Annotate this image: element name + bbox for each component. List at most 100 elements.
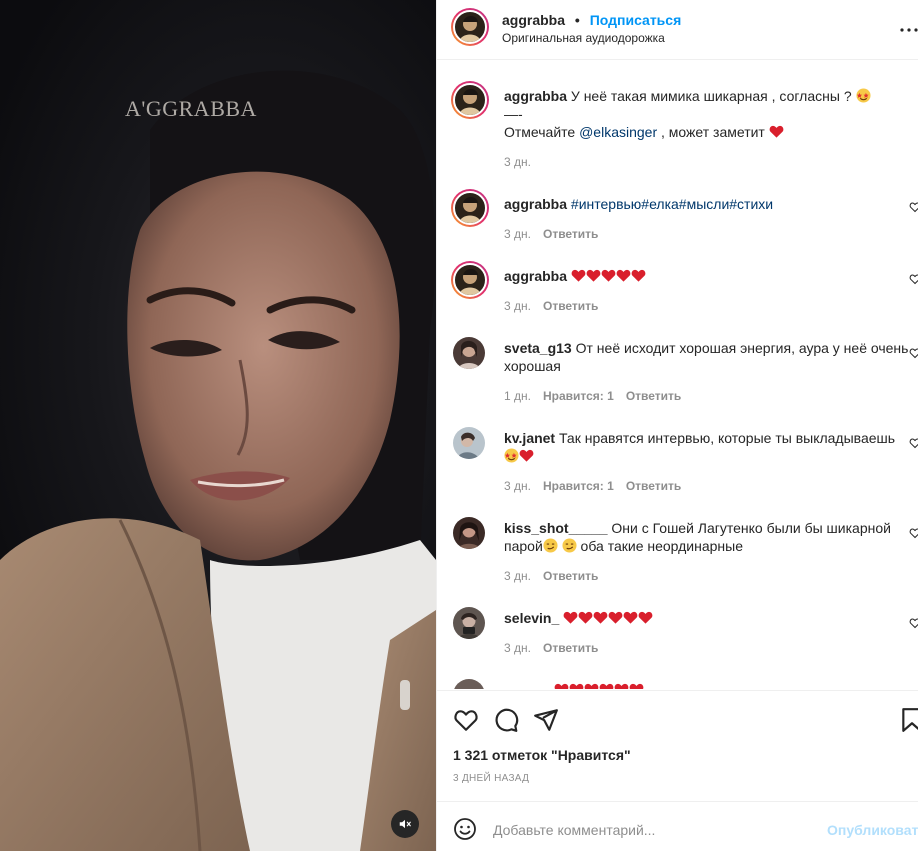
red-heart-emoji-icon [638, 611, 653, 624]
comment-item-partial [451, 679, 918, 689]
likes-count[interactable]: 1 321 отметок "Нравится" [453, 747, 631, 763]
reply-button[interactable]: Ответить [543, 299, 598, 313]
avatar[interactable] [451, 81, 489, 119]
header-separator: • [574, 12, 580, 28]
heart-icon[interactable] [453, 707, 479, 733]
avatar[interactable] [453, 679, 485, 689]
comment-text-word: парой [504, 538, 543, 554]
caption-line2: —- [504, 106, 523, 122]
more-icon[interactable] [899, 20, 918, 40]
caption-line1: У неё такая мимика шикарная , согласны ? [570, 88, 852, 104]
red-heart-emoji-icon [601, 269, 616, 282]
red-heart-emoji-icon [629, 683, 644, 689]
comment-like-icon[interactable] [909, 617, 918, 629]
comment-likes-count[interactable]: Нравится: 1 [543, 389, 614, 403]
red-heart-emoji-icon [614, 683, 629, 689]
post-caption: aggrabba У неё такая мимика шикарная , с… [451, 81, 918, 191]
comment-text-rest: оба такие неординарные [580, 538, 744, 554]
comment-username[interactable]: aggrabba [504, 196, 567, 212]
comment-like-icon[interactable] [909, 273, 918, 285]
comment-text: Они с Гошей Лагутенко были бы шикарной [611, 520, 891, 536]
star-eyes-emoji-icon [855, 88, 871, 103]
comment-item: aggrabba 3 дн. Ответить [451, 261, 918, 321]
red-heart-emoji-icon [593, 611, 608, 624]
red-heart-emoji-icon [519, 449, 534, 462]
post-panel: aggrabba • Подписаться Оригинальная ауди… [436, 0, 918, 851]
red-heart-emoji-icon [563, 611, 578, 624]
caption-time: 3 дн. [504, 155, 531, 169]
comment-item: selevin_ 3 дн. Ответить [451, 607, 918, 667]
add-comment-bar: Добавьте комментарий... Опубликовать [437, 801, 918, 851]
comment-like-icon[interactable] [909, 201, 918, 213]
comment-time: 3 дн. [504, 569, 531, 583]
comment-like-icon[interactable] [909, 437, 918, 449]
star-eyes-emoji-icon [504, 448, 519, 463]
author-username[interactable]: aggrabba [502, 12, 565, 28]
smirk-emoji-icon [562, 538, 577, 553]
comment-like-icon[interactable] [909, 347, 918, 359]
hearts-emoji-row [504, 681, 914, 689]
reply-button[interactable]: Ответить [626, 479, 681, 493]
post-header: aggrabba • Подписаться Оригинальная ауди… [437, 0, 918, 60]
avatar[interactable] [453, 337, 485, 369]
avatar[interactable] [453, 427, 485, 459]
reply-button[interactable]: Ответить [626, 389, 681, 403]
comment-item: aggrabba #интервью#елка#мысли#стихи 3 дн… [451, 189, 918, 249]
comment-time: 1 дн. [504, 389, 531, 403]
share-icon[interactable] [533, 707, 559, 733]
comment-username[interactable]: aggrabba [504, 268, 567, 284]
comment-time: 3 дн. [504, 299, 531, 313]
comment-username[interactable]: selevin_ [504, 610, 559, 626]
mute-icon [399, 819, 411, 829]
comment-time: 3 дн. [504, 479, 531, 493]
avatar[interactable] [453, 517, 485, 549]
post-media[interactable]: A'GGRABBA [0, 0, 436, 851]
post-actions: 1 321 отметок "Нравится" 3 ДНЕЙ НАЗАД [437, 690, 918, 800]
comment-like-icon[interactable] [909, 527, 918, 539]
comment-time: 3 дн. [504, 641, 531, 655]
comment-username[interactable]: sveta_g13 [504, 340, 572, 356]
red-heart-emoji-icon [569, 683, 584, 689]
caption-username[interactable]: aggrabba [504, 88, 567, 104]
red-heart-emoji-icon [554, 683, 569, 689]
video-frame [0, 70, 436, 851]
red-heart-emoji-icon [623, 611, 638, 624]
comment-text: Так нравятся интервью, которые ты выклад… [559, 430, 896, 446]
caption-line3-prefix: Отмечайте [504, 124, 576, 140]
publish-button[interactable]: Опубликовать [827, 822, 918, 838]
reply-button[interactable]: Ответить [543, 227, 598, 241]
comment-item: sveta_g13 От неё исходит хорошая энергия… [451, 337, 918, 417]
bookmark-icon[interactable] [899, 707, 918, 733]
author-avatar[interactable] [451, 8, 489, 46]
red-heart-emoji-icon [608, 611, 623, 624]
comment-username[interactable]: kiss_shot_____ [504, 520, 608, 536]
comment-hashtags[interactable]: #интервью#елка#мысли#стихи [571, 196, 773, 212]
comment-time: 3 дн. [504, 227, 531, 241]
mute-button[interactable] [391, 810, 419, 838]
comment-input[interactable]: Добавьте комментарий... [493, 822, 655, 838]
red-heart-emoji-icon [599, 683, 614, 689]
red-heart-emoji-icon [616, 269, 631, 282]
reply-button[interactable]: Ответить [543, 641, 598, 655]
audio-label[interactable]: Оригинальная аудиодорожка [502, 31, 665, 45]
caption-line3-suffix: , может заметит [661, 124, 765, 140]
red-heart-emoji-icon [571, 269, 586, 282]
hearts-emoji-row [563, 610, 653, 626]
comments-list[interactable]: aggrabba У неё такая мимика шикарная , с… [437, 61, 918, 689]
avatar[interactable] [453, 607, 485, 639]
video-watermark: A'GGRABBA [125, 96, 257, 121]
emoji-icon[interactable] [453, 817, 477, 841]
red-heart-emoji-icon [769, 125, 784, 138]
caption-mention[interactable]: @elkasinger [579, 124, 657, 140]
comment-icon[interactable] [493, 707, 519, 733]
avatar[interactable] [451, 189, 489, 227]
red-heart-emoji-icon [584, 683, 599, 689]
comment-likes-count[interactable]: Нравится: 1 [543, 479, 614, 493]
red-heart-emoji-icon [631, 269, 646, 282]
avatar[interactable] [451, 261, 489, 299]
follow-button[interactable]: Подписаться [590, 12, 682, 28]
comment-username[interactable]: kv.janet [504, 430, 555, 446]
reply-button[interactable]: Ответить [543, 569, 598, 583]
comment-item: kv.janet Так нравятся интервью, которые … [451, 427, 918, 507]
smirk-emoji-icon [543, 538, 558, 553]
